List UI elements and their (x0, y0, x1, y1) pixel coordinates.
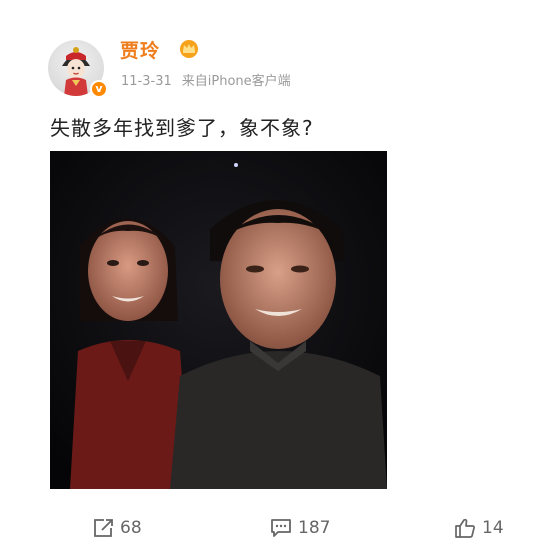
post-text: 失散多年找到爹了，象不象? (50, 116, 314, 140)
post-photo[interactable] (50, 151, 387, 489)
comment-icon (271, 519, 291, 537)
verified-badge: v (90, 80, 108, 98)
like-button[interactable]: 14 (454, 518, 504, 538)
post-source[interactable]: 来自iPhone客户端 (182, 74, 291, 89)
action-bar: 68 187 14 (0, 510, 534, 550)
photo-image (50, 151, 387, 489)
author-name[interactable]: 贾玲 (120, 36, 160, 63)
repost-count: 68 (120, 518, 142, 538)
post-meta: 11-3-31 来自iPhone客户端 (121, 70, 291, 89)
repost-button[interactable]: 68 (92, 518, 142, 538)
repost-icon (94, 519, 113, 537)
comment-count: 187 (298, 518, 331, 538)
post-date[interactable]: 11-3-31 (121, 74, 172, 89)
crown-icon (180, 40, 198, 58)
thumbs-up-icon (455, 518, 475, 538)
comment-button[interactable]: 187 (270, 518, 330, 538)
like-count: 14 (482, 518, 504, 538)
